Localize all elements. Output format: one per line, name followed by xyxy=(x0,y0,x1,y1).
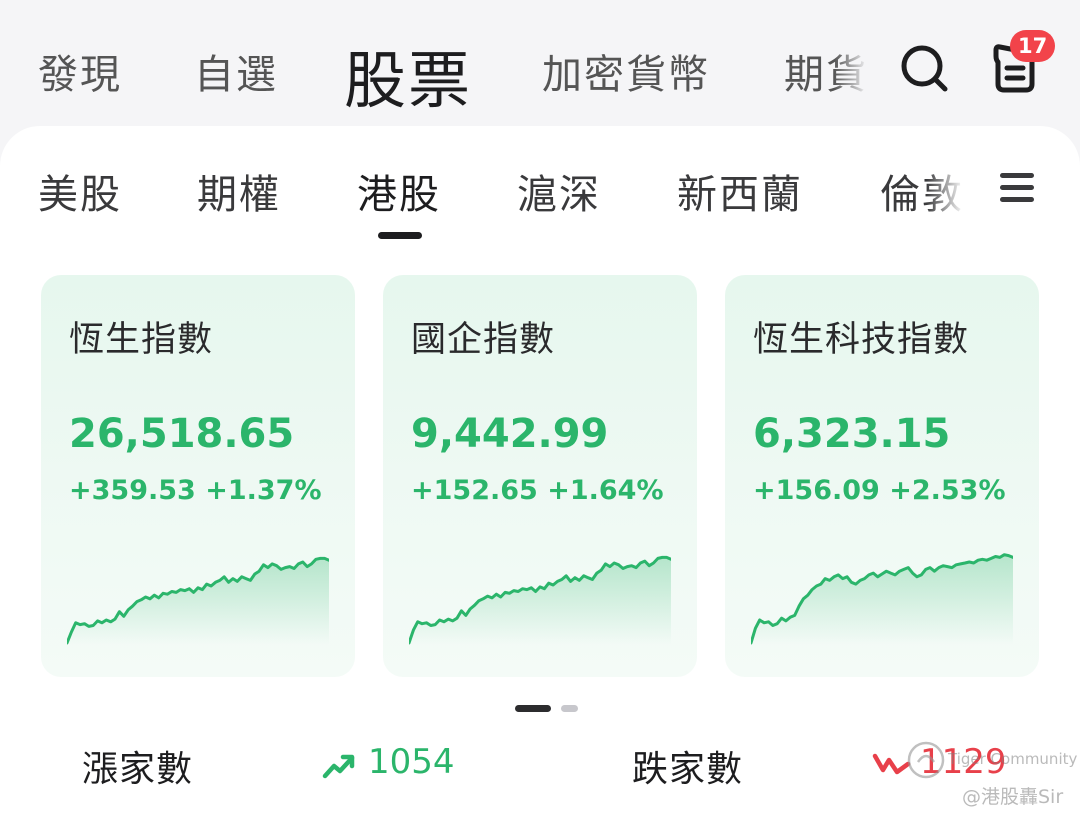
tab-discover[interactable]: 發現 xyxy=(38,42,122,100)
tab-london[interactable]: 倫敦 xyxy=(880,162,964,220)
watermark-author: @港股轟Sir xyxy=(962,786,1064,808)
market-panel: 美股 期權 港股 滬深 新西蘭 倫敦 恆生指數 26,518.65 +359.5… xyxy=(0,126,1080,818)
top-nav: 發現 自選 股票 加密貨幣 期貨 17 xyxy=(0,0,1080,128)
tab-watchlist[interactable]: 自選 xyxy=(194,42,278,100)
active-tab-indicator xyxy=(378,232,422,239)
tab-stocks[interactable]: 股票 xyxy=(344,30,472,120)
index-name: 國企指數 xyxy=(411,320,556,360)
notification-badge: 17 xyxy=(1010,30,1056,62)
tab-new-zealand[interactable]: 新西蘭 xyxy=(677,162,803,220)
decliners-label: 跌家數 xyxy=(632,749,744,790)
watermark-brand: Tiger Community xyxy=(948,750,1078,768)
tab-hk-stocks[interactable]: 港股 xyxy=(357,162,441,220)
trend-up-icon xyxy=(322,752,356,784)
pager-dot[interactable] xyxy=(561,705,578,712)
tab-options[interactable]: 期權 xyxy=(197,162,281,220)
index-card-hsi[interactable]: 恆生指數 26,518.65 +359.53 +1.37% xyxy=(41,275,355,677)
sparkline-area xyxy=(67,558,329,645)
index-price: 6,323.15 xyxy=(753,411,951,457)
sparkline-area xyxy=(409,557,671,645)
watermark-logo xyxy=(906,740,946,784)
menu-icon[interactable] xyxy=(998,170,1036,208)
index-card-hstech[interactable]: 恆生科技指數 6,323.15 +156.09 +2.53% xyxy=(725,275,1039,677)
index-price: 26,518.65 xyxy=(69,411,295,457)
index-name: 恆生科技指數 xyxy=(753,320,970,360)
index-card-hscei[interactable]: 國企指數 9,442.99 +152.65 +1.64% xyxy=(383,275,697,677)
index-change: +156.09 +2.53% xyxy=(753,475,1006,506)
advancers-label: 漲家數 xyxy=(82,749,194,790)
sparkline-chart xyxy=(409,555,671,645)
advancers-count: 1054 xyxy=(368,742,455,782)
index-change: +152.65 +1.64% xyxy=(411,475,664,506)
tab-a-shares[interactable]: 滬深 xyxy=(517,162,601,220)
search-icon[interactable] xyxy=(898,42,950,98)
pager-dot-active[interactable] xyxy=(515,705,551,712)
sparkline-chart xyxy=(67,556,329,645)
tab-futures[interactable]: 期貨 xyxy=(784,42,868,100)
tab-crypto[interactable]: 加密貨幣 xyxy=(542,42,710,100)
index-price: 9,442.99 xyxy=(411,411,609,457)
index-name: 恆生指數 xyxy=(69,320,214,360)
sparkline-area xyxy=(751,554,1013,645)
tab-us-stocks[interactable]: 美股 xyxy=(38,162,122,220)
index-change: +359.53 +1.37% xyxy=(69,475,322,506)
sparkline-chart xyxy=(751,553,1013,645)
